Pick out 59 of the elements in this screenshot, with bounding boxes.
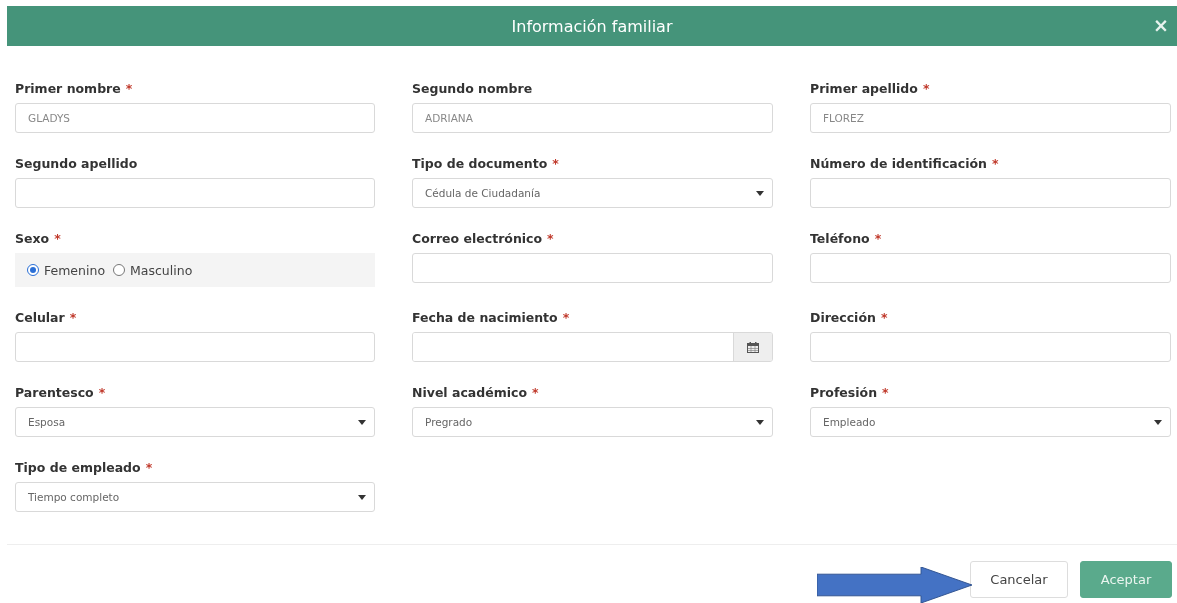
required-mark: * (69, 309, 77, 325)
required-mark: * (54, 230, 61, 246)
date-field[interactable] (412, 332, 773, 362)
field-label: Primer nombre (15, 80, 121, 96)
input-field[interactable]: ADRIANA (412, 103, 773, 133)
input-field[interactable] (810, 332, 1171, 362)
radio-button[interactable] (27, 264, 39, 276)
dropdown[interactable]: Empleado (810, 407, 1171, 437)
close-button[interactable]: × (1147, 15, 1175, 35)
dropdown[interactable]: Pregrado (412, 407, 773, 437)
required-mark: * (880, 309, 888, 325)
required-mark: * (532, 384, 539, 400)
dropdown[interactable]: Esposa (15, 407, 375, 437)
field-label: Sexo (15, 230, 50, 246)
calendar-button[interactable] (733, 333, 772, 361)
cancel-button[interactable]: Cancelar (970, 561, 1068, 598)
caret-icon (358, 494, 366, 500)
field-label: Segundo nombre (412, 80, 533, 96)
caret-icon (756, 419, 764, 425)
dialog-title: Información familiar (511, 16, 673, 36)
required-mark: * (145, 459, 153, 475)
field-label: Primer apellido (810, 80, 918, 96)
field-label: Segundo apellido (15, 155, 138, 171)
required-mark: * (125, 80, 133, 96)
required-mark: * (547, 230, 554, 246)
required-mark: * (562, 309, 570, 325)
calendar-icon (747, 341, 759, 353)
input-field[interactable]: GLADYS (15, 103, 375, 133)
input-field[interactable] (810, 253, 1171, 283)
required-mark: * (882, 384, 889, 400)
field-label: Tipo de empleado (15, 459, 141, 475)
field-label: Parentesco (15, 384, 94, 400)
required-mark: * (874, 230, 882, 246)
caret-icon (1154, 419, 1162, 425)
input-field[interactable] (810, 178, 1171, 208)
radio-button[interactable] (113, 264, 126, 276)
caret-icon (358, 419, 366, 425)
input-field[interactable] (15, 332, 375, 362)
required-mark: * (98, 384, 106, 400)
dropdown[interactable]: Cédula de Ciudadanía (412, 178, 773, 208)
required-mark: * (991, 155, 999, 171)
caret-icon (756, 190, 764, 196)
dropdown[interactable]: Tiempo completo (15, 482, 375, 512)
field-label: Nivel académico (412, 384, 528, 400)
input-field[interactable] (412, 253, 773, 283)
field-label: Número de identificación (810, 155, 987, 171)
input-field[interactable]: FLOREZ (810, 103, 1171, 133)
input-field[interactable] (15, 178, 375, 208)
field-label: Tipo de documento (412, 155, 548, 171)
field-label: Dirección (810, 309, 876, 325)
field-label: Fecha de nacimiento (412, 309, 558, 325)
field-label: Teléfono (810, 230, 870, 246)
required-mark: * (552, 155, 559, 171)
radio-label[interactable]: Masculino (130, 262, 193, 278)
required-mark: * (922, 80, 930, 96)
field-label: Correo electrónico (412, 230, 543, 246)
field-label: Celular (15, 309, 65, 325)
radio-label[interactable]: Femenino (44, 262, 106, 278)
field-label: Profesión (810, 384, 878, 400)
